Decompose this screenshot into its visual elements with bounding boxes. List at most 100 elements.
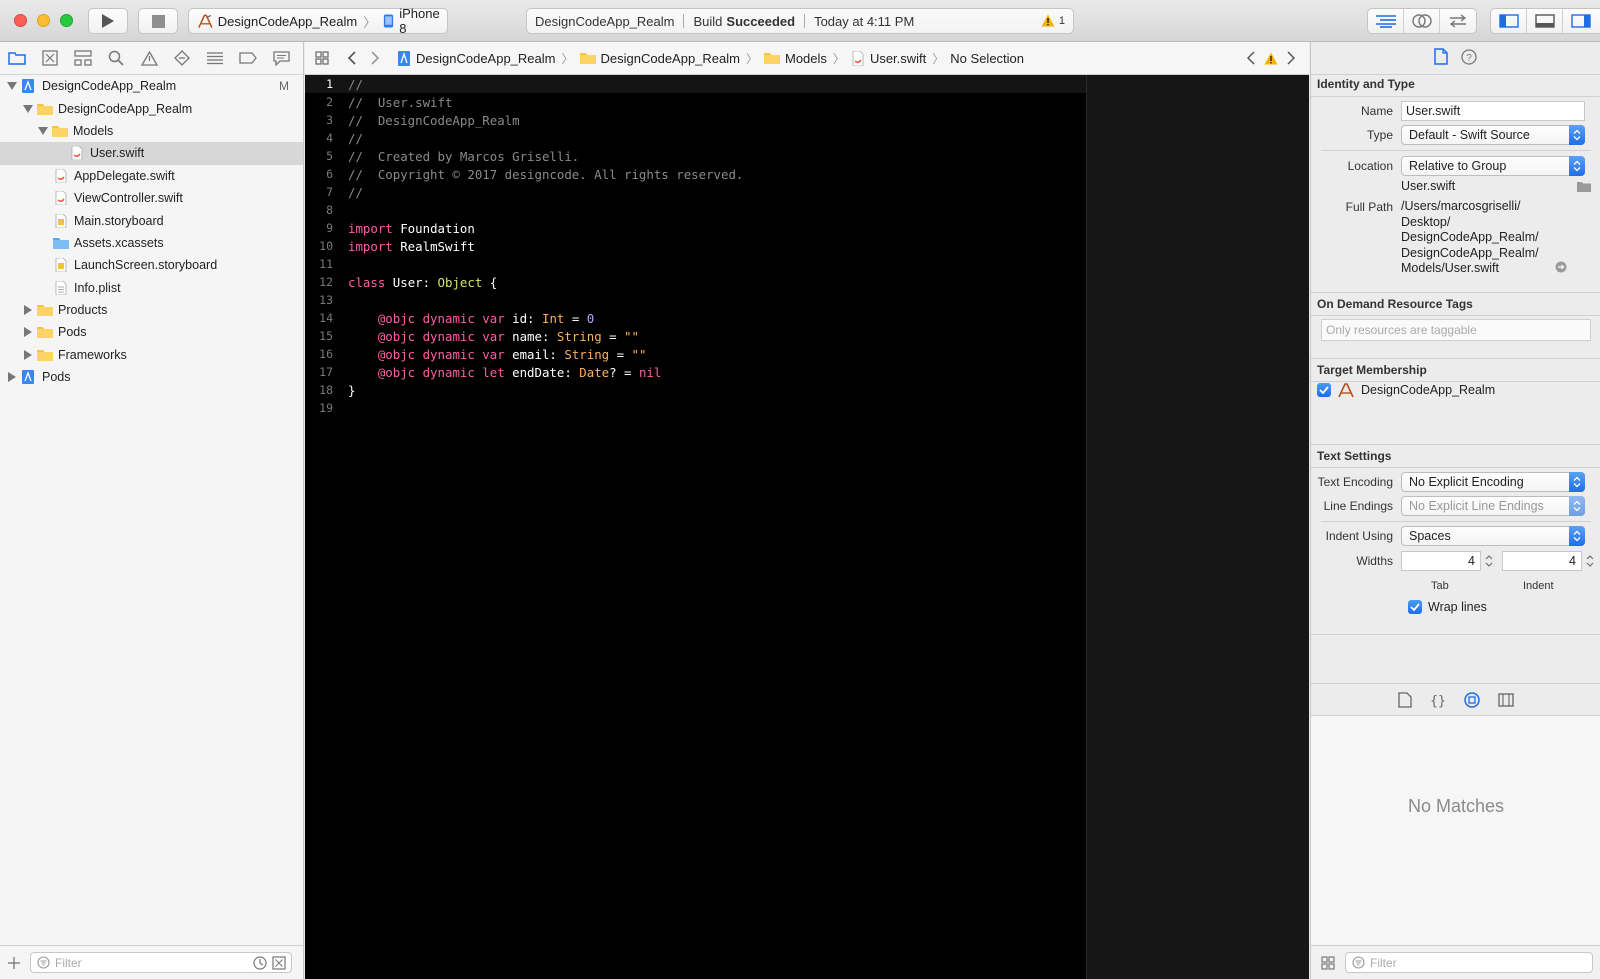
tree-item-project[interactable]: DesignCodeApp_Realm M: [0, 75, 303, 97]
tab-find-navigator[interactable]: [105, 47, 127, 69]
object-library-icon[interactable]: [1464, 691, 1480, 708]
text-encoding-value: No Explicit Encoding: [1409, 475, 1524, 489]
tab-width-field[interactable]: 4: [1401, 551, 1481, 571]
tree-item-appdelegate[interactable]: AppDelegate.swift: [0, 165, 303, 187]
scheme-selector[interactable]: DesignCodeApp_Realm 〉 iPhone 8: [188, 6, 448, 36]
tree-item-assets[interactable]: Assets.xcassets: [0, 232, 303, 254]
tree-item-main-storyboard[interactable]: Main.storyboard: [0, 209, 303, 231]
target-checkbox[interactable]: [1317, 383, 1331, 397]
warning-indicator[interactable]: 1: [1041, 14, 1065, 27]
class-name-token: User:: [385, 275, 438, 290]
minimize-window-button[interactable]: [37, 14, 50, 27]
tree-item-group[interactable]: DesignCodeApp_Realm: [0, 97, 303, 119]
scm-filter-icon[interactable]: [272, 956, 286, 970]
tree-item-models-folder[interactable]: Models: [0, 120, 303, 142]
wrap-lines-checkbox[interactable]: [1408, 600, 1422, 614]
disclosure-open-icon[interactable]: [23, 104, 33, 114]
tree-item-pods-project[interactable]: Pods: [0, 366, 303, 388]
activity-time: Today at 4:11 PM: [814, 13, 915, 29]
zoom-window-button[interactable]: [60, 14, 73, 27]
stop-button[interactable]: [138, 8, 178, 34]
tree-item-frameworks[interactable]: Frameworks: [0, 344, 303, 366]
assistant-editor-button[interactable]: [1404, 9, 1440, 33]
version-editor-button[interactable]: [1440, 9, 1476, 33]
breadcrumb-project[interactable]: DesignCodeApp_Realm: [397, 50, 555, 66]
indent-width-field[interactable]: 4: [1502, 551, 1582, 571]
code-line-3: // DesignCodeApp_Realm: [348, 113, 520, 128]
tab-test-navigator[interactable]: [171, 47, 193, 69]
tab-file-inspector[interactable]: [1434, 48, 1448, 68]
tab-report-navigator[interactable]: [270, 47, 292, 69]
indent-using-popup[interactable]: Spaces: [1401, 526, 1585, 546]
disclosure-closed-icon[interactable]: [23, 305, 33, 316]
breadcrumb-file[interactable]: User.swift: [851, 50, 926, 66]
disclosure-open-icon[interactable]: [7, 81, 17, 91]
recent-files-clock-icon[interactable]: [253, 956, 267, 970]
tree-item-products[interactable]: Products: [0, 299, 303, 321]
text-encoding-popup[interactable]: No Explicit Encoding: [1401, 472, 1585, 492]
previous-issue-icon[interactable]: [1247, 51, 1255, 65]
panel-toggle-segment: [1490, 8, 1600, 34]
resource-tags-field[interactable]: Only resources are taggable: [1321, 319, 1591, 341]
file-tree: DesignCodeApp_Realm M DesignCodeApp_Real…: [0, 75, 303, 388]
operator-token: ? =: [609, 365, 639, 380]
reveal-folder-icon[interactable]: [1577, 181, 1591, 192]
forward-button[interactable]: [363, 51, 387, 65]
standard-editor-button[interactable]: [1368, 9, 1404, 33]
xcode-project-icon: [398, 50, 410, 66]
name-field[interactable]: User.swift: [1401, 101, 1585, 121]
disclosure-open-icon[interactable]: [38, 126, 48, 136]
type-popup[interactable]: Default - Swift Source: [1401, 125, 1585, 145]
disclosure-closed-icon[interactable]: [23, 327, 33, 338]
tab-breakpoint-navigator[interactable]: [237, 47, 259, 69]
indent-caption: Indent: [1523, 580, 1554, 592]
breadcrumb-models[interactable]: Models: [764, 51, 827, 66]
location-popup[interactable]: Relative to Group: [1401, 156, 1585, 176]
tab-project-navigator[interactable]: [6, 47, 28, 69]
grid-view-icon[interactable]: [1321, 955, 1335, 970]
breadcrumb-group[interactable]: DesignCodeApp_Realm: [579, 51, 740, 66]
toggle-debug-area-button[interactable]: [1527, 9, 1563, 33]
source-editor[interactable]: 1 2 3 4 5 6 7 8 9 10 11 12 13 14 15 16 1…: [305, 75, 1309, 979]
tab-quick-help[interactable]: ?: [1461, 48, 1477, 68]
tab-symbol-navigator[interactable]: [72, 47, 94, 69]
app-target-icon: [198, 14, 213, 28]
back-button[interactable]: [339, 51, 363, 65]
warning-icon[interactable]: [1264, 52, 1278, 65]
tab-width-stepper[interactable]: [1483, 551, 1494, 571]
related-items-button[interactable]: [305, 51, 339, 65]
widths-label: Widths: [1356, 554, 1393, 568]
line-endings-popup[interactable]: No Explicit Line Endings: [1401, 496, 1585, 516]
tree-item-pods-folder[interactable]: Pods: [0, 321, 303, 343]
type-token: String: [564, 347, 610, 362]
next-issue-icon[interactable]: [1287, 51, 1295, 65]
add-icon[interactable]: [8, 956, 20, 969]
tab-source-control-navigator[interactable]: [39, 47, 61, 69]
tree-item-user-swift[interactable]: User.swift: [0, 142, 303, 165]
disclosure-closed-icon[interactable]: [23, 349, 33, 360]
tree-item-viewcontroller[interactable]: ViewController.swift: [0, 187, 303, 209]
code-area[interactable]: 1 2 3 4 5 6 7 8 9 10 11 12 13 14 15 16 1…: [305, 75, 1309, 979]
file-template-icon[interactable]: [1398, 691, 1412, 708]
close-window-button[interactable]: [14, 14, 27, 27]
breadcrumb-symbol[interactable]: No Selection: [950, 51, 1024, 66]
indent-width-stepper[interactable]: [1584, 551, 1595, 571]
library-filter-input[interactable]: Filter: [1345, 952, 1593, 973]
code-line-9: import Foundation: [348, 221, 475, 236]
storyboard-file-icon: [55, 258, 67, 273]
media-library-icon[interactable]: [1498, 692, 1514, 707]
run-button[interactable]: [88, 8, 128, 34]
disclosure-closed-icon[interactable]: [7, 372, 17, 383]
toggle-utilities-button[interactable]: [1563, 9, 1599, 33]
keyword-token: let: [474, 365, 505, 380]
yellow-folder-icon: [37, 305, 53, 317]
tree-item-launchscreen[interactable]: LaunchScreen.storyboard: [0, 254, 303, 276]
tab-debug-navigator[interactable]: [204, 47, 226, 69]
navigator-filter-input[interactable]: Filter: [30, 952, 292, 973]
reveal-arrow-circle-icon[interactable]: [1555, 261, 1567, 273]
keyword-token: dynamic: [415, 365, 475, 380]
toggle-navigator-button[interactable]: [1491, 9, 1527, 33]
tree-item-info-plist[interactable]: Info.plist: [0, 277, 303, 299]
tab-issue-navigator[interactable]: [138, 47, 160, 69]
code-snippet-icon[interactable]: {}: [1430, 692, 1446, 708]
